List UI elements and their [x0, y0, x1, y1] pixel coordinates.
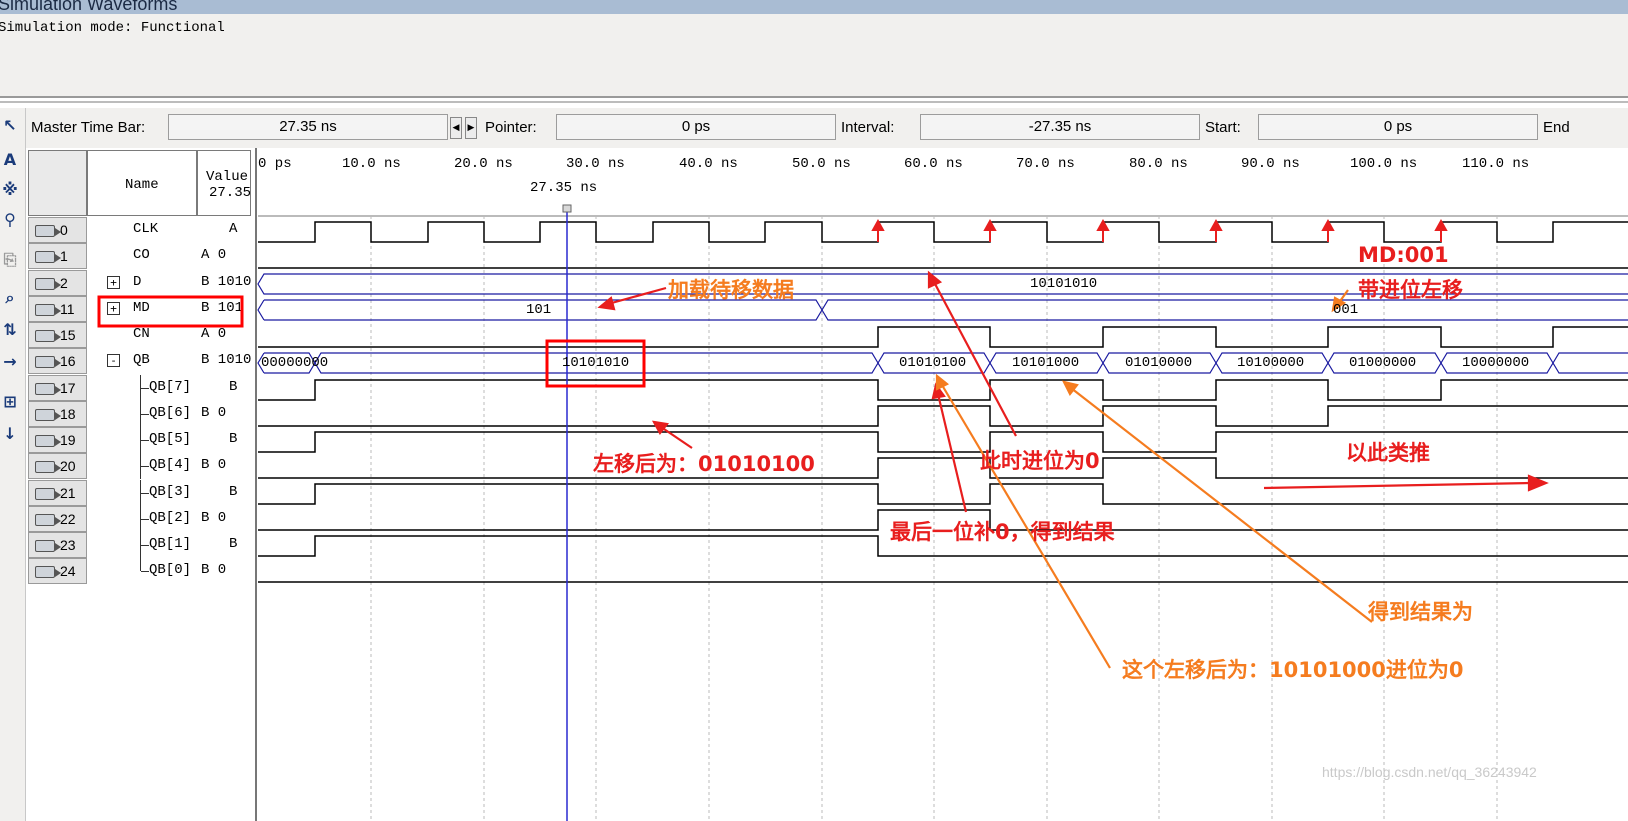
annotation-after-shift: 左移后为：01010100 [593, 452, 815, 476]
bus-value-qb: 10000000 [1462, 355, 1530, 371]
annotation-rotate-left: 带进位左移 [1358, 278, 1463, 302]
annotation-this-shift: 这个左移后为：10101000进位为0 [1122, 658, 1464, 682]
annotation-load-data: 加载待移数据 [668, 278, 794, 302]
bus-value-md: 101 [526, 302, 552, 318]
annotation-result: 得到结果为 [1368, 600, 1473, 624]
bus-value-qb: 10101000 [1012, 355, 1080, 371]
waveform-canvas[interactable] [0, 0, 1628, 821]
watermark: https://blog.csdn.net/qq_36243942 [1322, 764, 1537, 780]
bus-value-qb: 10100000 [1237, 355, 1305, 371]
annotation-etc: 以此类推 [1346, 441, 1430, 465]
bus-value-qb: 01010000 [1125, 355, 1193, 371]
bus-value-qb: 10101010 [562, 355, 630, 371]
bus-value-qb: 00000000 [261, 355, 329, 371]
bus-value-d: 10101010 [1030, 276, 1098, 292]
bus-value-qb: 01000000 [1349, 355, 1417, 371]
annotation-md-value: MD:001 [1358, 243, 1449, 267]
bus-value-qb: 01010100 [899, 355, 967, 371]
bus-value-md: 001 [1333, 302, 1359, 318]
annotation-carry-zero: 此时进位为0 [980, 449, 1100, 473]
annotation-pad-zero: 最后一位补0，得到结果 [890, 520, 1115, 544]
